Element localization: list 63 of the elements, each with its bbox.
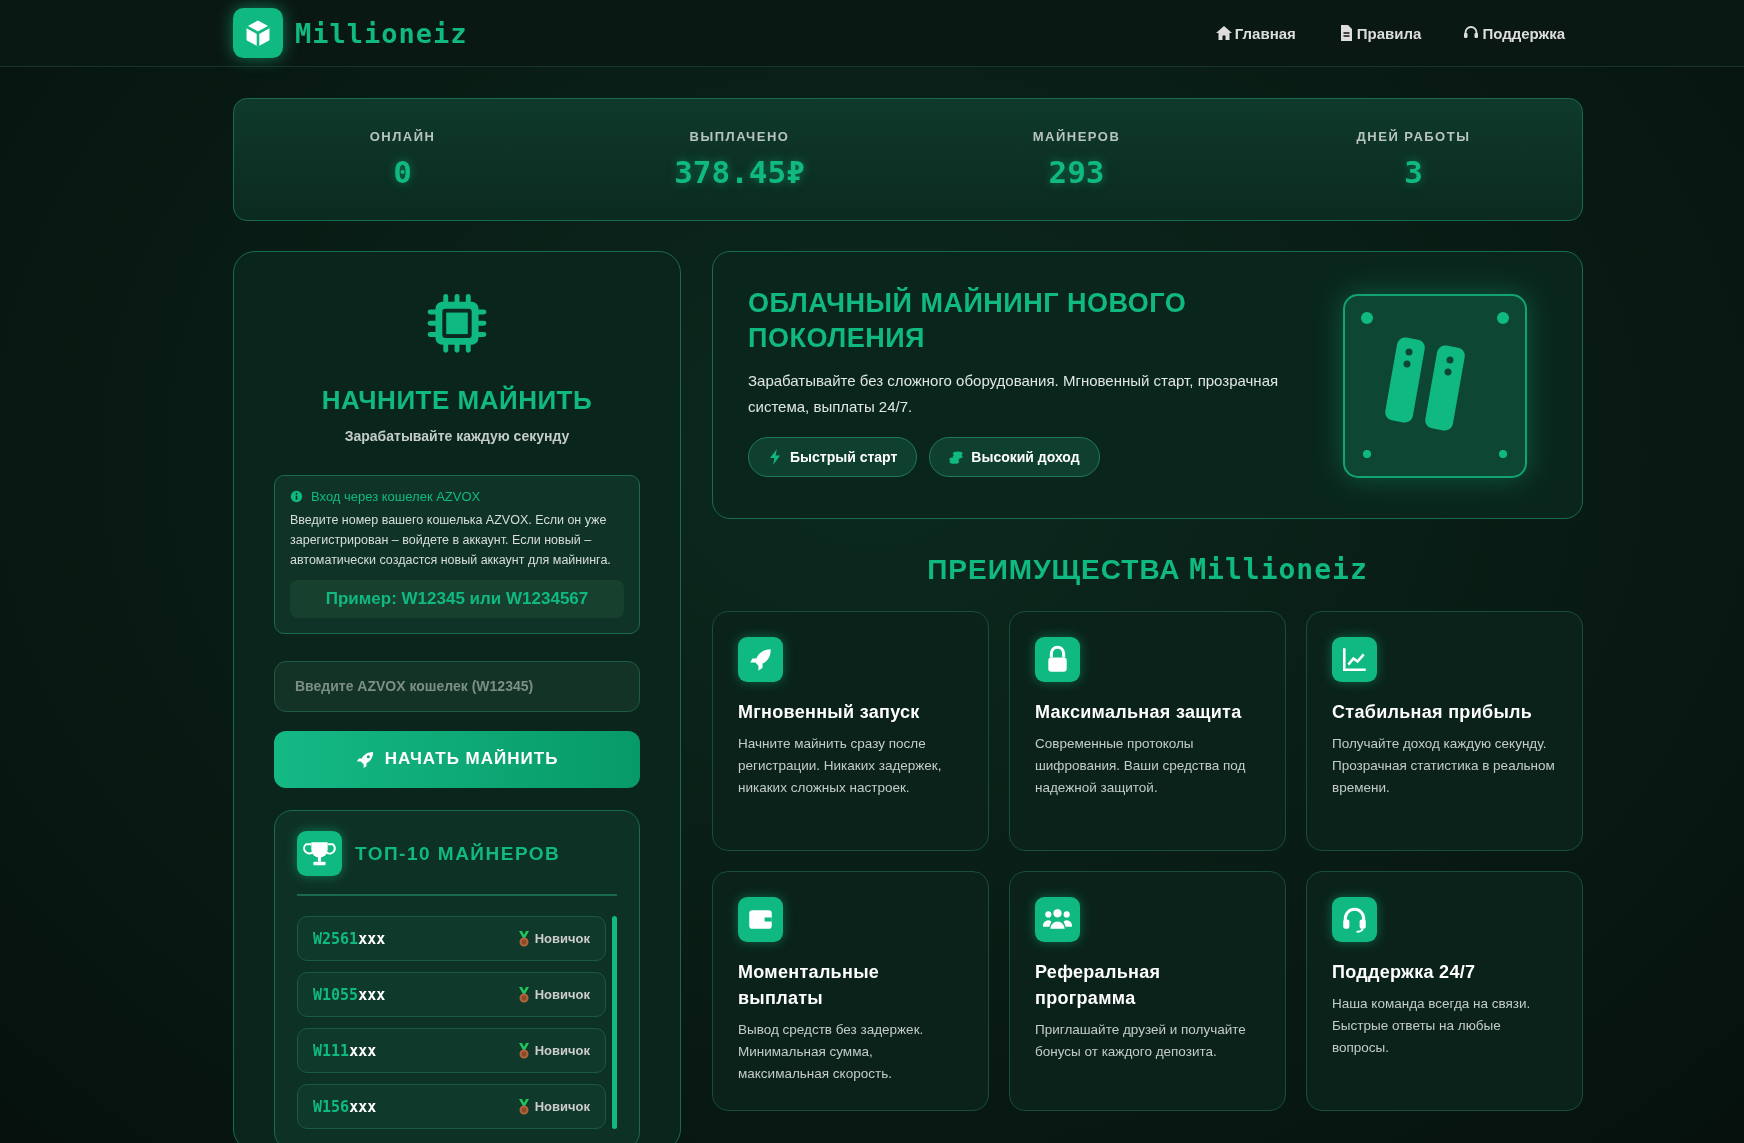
headset-icon [1332, 897, 1377, 942]
feature-badge: Высокий доход [929, 437, 1100, 477]
lock-icon [1035, 637, 1080, 682]
feature-title: Максимальная защита [1035, 701, 1243, 724]
hero-title: ОБЛАЧНЫЙ МАЙНИНГ НОВОГО ПОКОЛЕНИЯ [748, 286, 1188, 355]
rank-label: Новичок [534, 1043, 590, 1058]
nav-link[interactable]: Поддержка [1463, 24, 1565, 42]
stat-value: 0 [393, 154, 412, 190]
rank-label: Новичок [534, 987, 590, 1002]
headset-icon [1463, 25, 1480, 41]
info-text: Введите номер вашего кошелька AZVOX. Если он уже зарегистрирован – войдете в аккаунт. Если новый – автоматически создастся новый аккаунт для майнинга. [290, 511, 612, 569]
stat-label: МАЙНЕРОВ [1032, 129, 1121, 144]
feature-title: Моментальные выплаты [738, 961, 881, 1010]
feature-text: Получайте доход каждую секунду. Прозрачная статистика в реальном времени. [1332, 735, 1556, 797]
wallet-input[interactable]: Введите AZVOX кошелек (W12345) [274, 660, 640, 712]
feature-title: Стабильная прибыль [1332, 701, 1534, 724]
feature-title: Мгновенный запуск [738, 701, 921, 724]
advantages-title: ПРЕИМУЩЕСТВА Millioneiz [926, 553, 1369, 586]
miner-id: W1055xxx [313, 985, 386, 1004]
info-icon [290, 489, 303, 503]
info-title: Вход через кошелек AZVOX [311, 488, 481, 504]
miner-id: W2561xxx [313, 929, 386, 948]
feature-text: Начните майнить сразу после регистрации. Никаких задержек, никаких сложных настроек. [738, 735, 943, 797]
login-title: НАЧНИТЕ МАЙНИТЬ [321, 384, 593, 416]
coins-icon [949, 449, 964, 465]
users-icon [1035, 897, 1080, 942]
cube-logo-icon [233, 8, 283, 58]
stat-label: ОНЛАЙН [369, 129, 436, 144]
feature-text: Вывод средств без задержек. Минимальная сумма, максимальная скорость. [738, 1021, 925, 1083]
stat-value: 3 [1404, 154, 1423, 190]
home-icon [1215, 25, 1232, 41]
wallet-icon [738, 897, 783, 942]
nav-link[interactable]: Главная [1215, 24, 1296, 42]
feature-text: Наша команда всегда на связи. Быстрые ответы на любые вопросы. [1332, 995, 1532, 1057]
stat-value: 378.45₽ [674, 154, 805, 190]
nav-link[interactable]: Правила [1337, 24, 1422, 42]
hero-text: Зарабатывайте без сложного оборудования. Мгновенный старт, прозрачная система, выплаты 24/7. [748, 371, 1280, 417]
stat-label: ВЫПЛАЧЕНО [689, 129, 790, 144]
rank-label: Новичок [534, 1099, 590, 1114]
line-chart-icon [1332, 637, 1377, 682]
scrollbar[interactable] [612, 916, 617, 1129]
stat-value: 293 [1048, 154, 1105, 190]
rocket-icon [738, 637, 783, 682]
lightning-icon [768, 449, 782, 465]
feature-text: Приглашайте друзей и получайте бонусы от каждого депозита. [1035, 1021, 1247, 1061]
login-subtitle: Зарабатывайте каждую секунду [344, 427, 570, 444]
top-miners-title: ТОП-10 МАЙНЕРОВ [355, 842, 561, 865]
medal-icon [517, 1042, 530, 1059]
example-text: Пример: W12345 или W1234567 [290, 579, 624, 618]
medal-icon [517, 986, 530, 1003]
medal-icon [517, 930, 530, 947]
stat-label: ДНЕЙ РАБОТЫ [1356, 129, 1471, 144]
rocket-icon [355, 750, 375, 769]
miner-id: W156xxx [313, 1097, 377, 1116]
feature-title: Реферальная программа [1035, 961, 1162, 1010]
feature-title: Поддержка 24/7 [1332, 961, 1477, 984]
miner-id: W111xxx [313, 1041, 377, 1060]
feature-badge: Быстрый старт [748, 437, 918, 477]
trophy-icon [297, 831, 342, 876]
feature-text: Современные протоколы шифрования. Ваши средства под надежной защитой. [1035, 735, 1247, 797]
logo-text[interactable]: Millioneiz [295, 17, 468, 49]
rank-label: Новичок [534, 931, 590, 946]
medal-icon [517, 1098, 530, 1115]
